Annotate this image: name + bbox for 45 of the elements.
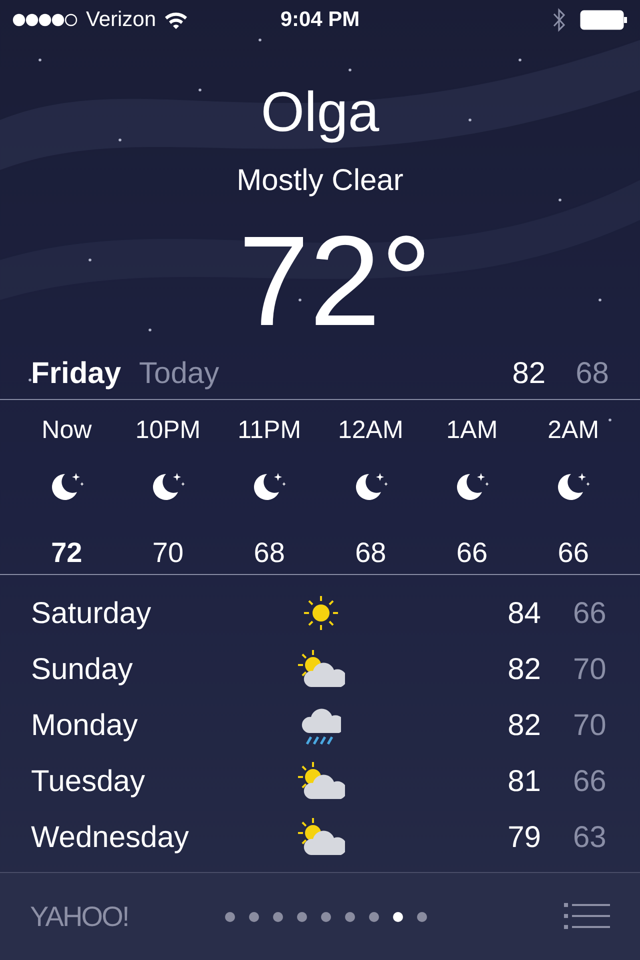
low-temperature: 70 [573, 708, 608, 744]
hour-label: 10PM [135, 415, 201, 446]
day-name: Sunday [31, 652, 134, 688]
clock-time: 9:04 PM [280, 7, 360, 34]
carrier-name: Verizon [86, 7, 156, 34]
low-temperature: 70 [573, 652, 608, 688]
high-temperature: 82 [512, 356, 546, 392]
day-name: Saturday [31, 596, 152, 632]
low-temperature: 66 [573, 596, 608, 632]
low-temperature: 63 [573, 820, 608, 856]
hour-temperature: 70 [152, 536, 184, 570]
low-temperature: 68 [576, 356, 609, 392]
signal-icon [12, 13, 78, 27]
day-name: Friday [31, 356, 122, 392]
sun-cloud-icon [297, 649, 345, 689]
high-temperature: 81 [508, 764, 541, 800]
hour-label: 12AM [338, 415, 404, 446]
high-temperature: 84 [508, 596, 541, 632]
hour-label: 2AM [548, 415, 600, 446]
sun-cloud-icon [297, 817, 345, 857]
sun-icon [301, 593, 341, 633]
today-label: Today [139, 356, 220, 392]
weather-condition: Mostly Clear [236, 166, 404, 196]
list-icon[interactable] [564, 902, 610, 930]
bluetooth-icon [552, 8, 566, 32]
high-temperature: 82 [508, 708, 541, 744]
hour-temperature: 68 [355, 536, 386, 570]
day-name: Tuesday [31, 764, 146, 800]
battery-icon [580, 9, 628, 31]
wifi-icon [164, 11, 188, 29]
day-name: Wednesday [31, 820, 190, 856]
high-temperature: 82 [508, 652, 541, 688]
low-temperature: 66 [573, 764, 608, 800]
hour-temperature: 72 [51, 536, 82, 570]
day-name: Monday [31, 708, 139, 744]
hour-label: 1AM [446, 415, 498, 446]
hour-temperature: 68 [254, 536, 285, 570]
sun-cloud-icon [297, 761, 345, 801]
current-temperature: 72° [237, 218, 432, 346]
yahoo-logo: YAHOO! [30, 900, 128, 934]
hour-label: Now [42, 415, 92, 446]
hour-label: 11PM [238, 415, 302, 446]
hour-temperature: 66 [456, 536, 488, 570]
hour-temperature: 66 [558, 536, 589, 570]
high-temperature: 79 [508, 820, 541, 856]
